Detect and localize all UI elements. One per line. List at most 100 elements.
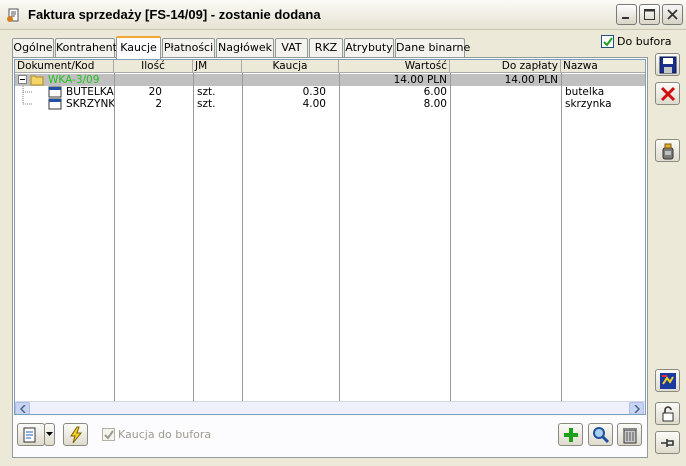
tab-label: Dane binarne [396,41,471,54]
col-divider [561,73,562,401]
jar-button[interactable] [655,139,680,162]
do-bufora-label: Do bufora [617,35,672,48]
document-dropdown-button[interactable] [44,423,55,446]
horizontal-scrollbar[interactable] [15,401,645,414]
app-icon [7,8,19,22]
add-button[interactable] [558,423,583,446]
row-jm: szt. [197,98,216,110]
col-ilosc[interactable]: Ilość [114,60,193,73]
row-kaucja: 0.30 [302,86,326,98]
tab-label: VAT [281,41,302,54]
tab-ogolne[interactable]: Ogólne [12,38,54,57]
row-kod: SKRZYNKA [66,98,114,110]
add-icon [564,428,578,442]
do-bufora-checkbox[interactable]: Do bufora [601,35,672,48]
tab-platnosci[interactable]: Płatności [162,38,215,57]
row-kod: WKA-3/09 [48,74,100,86]
col-divider [450,73,451,401]
kaucja-do-bufora-checkbox[interactable]: Kaucja do bufora [102,428,211,441]
lock-button[interactable] [655,402,680,425]
tab-dane-binarne[interactable]: Dane binarne [395,38,470,57]
document-icon [23,427,36,443]
col-divider [242,73,243,401]
col-kaucja[interactable]: Kaucja [242,60,339,73]
col-wartosc[interactable]: Wartość [339,60,450,73]
search-icon [593,427,610,444]
lightning-icon [70,426,83,444]
tab-vat[interactable]: VAT [275,38,308,57]
row-wartosc: 6.00 [423,86,447,98]
kaucje-grid[interactable]: Dokument/Kod Ilość JM Kaucja Wartość Do … [14,59,646,415]
tab-atrybuty[interactable]: Atrybuty [344,38,394,57]
check-icon [104,430,114,440]
chevron-left-icon [20,405,26,413]
tab-kaucje[interactable]: Kaucje [116,36,161,59]
maximize-icon [644,9,655,20]
check-icon [603,37,613,47]
pin-icon [661,439,674,447]
table-row[interactable]: BUTELKA 20 szt. 0.30 6.00 butelka [15,86,645,98]
tab-label: Kaucje [120,41,157,54]
pin-button[interactable] [655,431,680,454]
cancel-icon [660,86,676,102]
tab-kontrahent[interactable]: Kontrahent [55,38,117,57]
save-icon [659,56,677,74]
row-wartosc: 14.00 PLN [393,74,447,86]
close-icon [667,9,678,20]
tab-label: RKZ [314,41,338,54]
kaucje-panel: Dokument/Kod Ilość JM Kaucja Wartość Do … [12,57,648,458]
col-divider [193,73,194,401]
checkbox-box[interactable] [601,35,614,48]
close-button[interactable] [662,4,683,25]
row-kaucja: 4.00 [302,98,326,110]
title-bar: Faktura sprzedaży [FS-14/09] - zostanie … [0,0,686,30]
maximize-button[interactable] [639,4,660,25]
cancel-button[interactable] [655,82,680,105]
lock-icon [662,406,674,422]
search-button[interactable] [588,423,613,446]
item-icon [48,86,62,98]
row-kod: BUTELKA [66,86,114,98]
tab-naglowek[interactable]: Nagłówek [216,38,274,57]
col-nazwa[interactable]: Nazwa [561,60,645,73]
col-dokument-kod[interactable]: Dokument/Kod [15,60,114,73]
row-do-zaplaty: 14.00 PLN [504,74,558,86]
folder-icon [30,75,44,86]
col-divider [339,73,340,401]
minimize-button[interactable] [616,4,637,25]
row-nazwa: skrzynka [565,98,612,110]
row-jm: szt. [197,86,216,98]
save-button[interactable] [655,53,680,76]
window-title: Faktura sprzedaży [FS-14/09] - zostanie … [28,7,321,22]
tab-label: Atrybuty [345,41,393,54]
tab-label: Płatności [163,41,214,54]
chevron-right-icon [634,405,640,413]
table-row-group[interactable]: WKA-3/09 14.00 PLN 14.00 PLN [15,74,645,86]
minimize-icon [622,17,629,19]
table-row[interactable]: SKRZYNKA 2 szt. 4.00 8.00 skrzynka [15,98,645,110]
scroll-right-button[interactable] [629,402,644,414]
tab-label: Kontrahent [56,41,117,54]
collapse-icon[interactable] [18,75,28,85]
recalc-button[interactable] [655,369,680,392]
tab-label: Nagłówek [218,41,272,54]
scroll-left-button[interactable] [15,402,30,414]
tab-label: Ogólne [13,41,53,54]
item-icon [48,98,62,110]
checkbox-box[interactable] [102,428,115,441]
col-jm[interactable]: JM [193,60,242,73]
grid-header: Dokument/Kod Ilość JM Kaucja Wartość Do … [15,60,645,73]
tab-rkz[interactable]: RKZ [309,38,343,57]
lightning-button[interactable] [63,423,88,446]
delete-button[interactable] [617,423,642,446]
document-button[interactable] [17,423,45,446]
row-wartosc: 8.00 [423,98,447,110]
jar-icon [662,143,674,160]
row-ilosc: 2 [155,98,162,110]
row-nazwa: butelka [565,86,605,98]
chevron-down-icon [46,432,53,436]
col-do-zaplaty[interactable]: Do zapłaty [450,60,561,73]
recalc-icon [660,373,676,389]
kaucja-do-bufora-label: Kaucja do bufora [118,428,212,441]
trash-icon [623,428,637,444]
